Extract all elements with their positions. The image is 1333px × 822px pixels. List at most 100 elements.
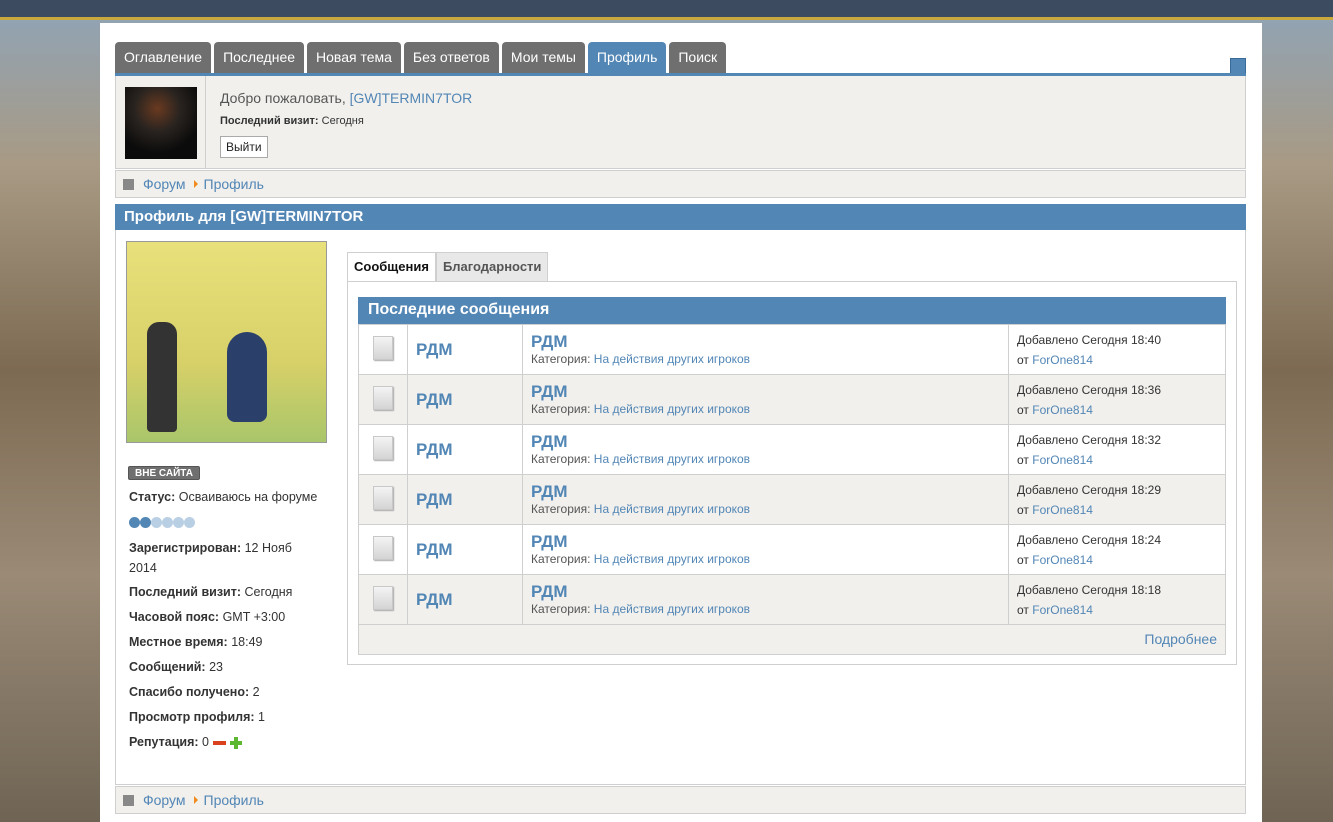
page-title: Профиль для [GW]TERMIN7TOR [115, 204, 1246, 230]
post-cell: РДМ Категория: На действия других игроков [522, 574, 1009, 625]
table-row: РДМ РДМ Категория: На действия других игр… [358, 524, 1226, 575]
breadcrumb-forum[interactable]: Форум [143, 792, 186, 808]
category-label: Категория: [531, 601, 591, 616]
field-registered: Зарегистрирован: 12 Нояб 2014 [129, 538, 309, 578]
topic-link[interactable]: РДМ [416, 590, 453, 609]
post-cell: РДМ Категория: На действия других игроков [522, 424, 1009, 475]
post-date: Сегодня 18:29 [1081, 482, 1161, 497]
category-label: Категория: [531, 351, 591, 366]
avatar[interactable] [125, 87, 197, 159]
topic-icon [373, 536, 393, 560]
added-label: Добавлено [1017, 432, 1079, 447]
last-visit: Последний визит: Сегодня [220, 115, 364, 127]
added-label: Добавлено [1017, 532, 1079, 547]
tab-search[interactable]: Поиск [669, 42, 727, 73]
post-title-link[interactable]: РДМ [531, 482, 1008, 502]
arrow-right-icon [193, 796, 198, 804]
breadcrumb-profile[interactable]: Профиль [204, 792, 264, 808]
post-cell: РДМ Категория: На действия других игроков [522, 474, 1009, 525]
post-title-link[interactable]: РДМ [531, 582, 1008, 602]
divider [205, 76, 206, 168]
home-icon [123, 178, 134, 190]
plus-icon[interactable] [229, 736, 242, 749]
minus-icon[interactable] [212, 740, 226, 745]
by-label: от [1017, 452, 1029, 467]
post-title-link[interactable]: РДМ [531, 432, 1008, 452]
icon-cell [358, 574, 408, 625]
tab-posts[interactable]: Сообщения [347, 252, 436, 281]
field-value: Осваиваюсь на форуме [178, 490, 318, 504]
topic-link[interactable]: РДМ [416, 340, 453, 359]
author-link[interactable]: ForOne814 [1032, 553, 1093, 567]
home-icon [123, 794, 134, 806]
category-link[interactable]: На действия других игроков [594, 352, 750, 366]
topic-link[interactable]: РДМ [416, 440, 453, 459]
profile-avatar [126, 241, 327, 443]
topic-icon [373, 436, 393, 460]
rank-dot [129, 517, 140, 528]
author-link[interactable]: ForOne814 [1032, 453, 1093, 467]
collapse-icon[interactable] [1230, 58, 1246, 74]
by-label: от [1017, 352, 1029, 367]
rank-dots [129, 517, 195, 528]
last-visit-value: Сегодня [321, 115, 364, 127]
topic-link[interactable]: РДМ [416, 540, 453, 559]
field-value: GMT +3:00 [222, 610, 286, 624]
tab-profile[interactable]: Профиль [587, 42, 667, 73]
field-label: Просмотр профиля: [129, 710, 255, 724]
category-link[interactable]: На действия других игроков [594, 502, 750, 516]
post-date: Сегодня 18:18 [1081, 582, 1161, 597]
last-visit-label: Последний визит: [220, 115, 319, 127]
category-link[interactable]: На действия других игроков [594, 602, 750, 616]
meta-cell: Добавлено Сегодня 18:24 от ForOne814 [1008, 524, 1226, 575]
meta-cell: Добавлено Сегодня 18:29 от ForOne814 [1008, 474, 1226, 525]
tab-thanks[interactable]: Благодарности [435, 252, 549, 281]
by-label: от [1017, 602, 1029, 617]
user-panel: Добро пожаловать, [GW]TERMIN7TOR Последн… [115, 76, 1246, 169]
more-link[interactable]: Подробнее [1144, 631, 1217, 647]
field-label: Сообщений: [129, 660, 206, 674]
category-link[interactable]: На действия других игроков [594, 402, 750, 416]
author-link[interactable]: ForOne814 [1032, 503, 1093, 517]
field-timezone: Часовой пояс: GMT +3:00 [129, 607, 329, 627]
post-date: Сегодня 18:32 [1081, 432, 1161, 447]
tab-latest[interactable]: Последнее [214, 42, 305, 73]
by-label: от [1017, 402, 1029, 417]
category-link[interactable]: На действия других игроков [594, 552, 750, 566]
tab-index[interactable]: Оглавление [115, 42, 212, 73]
author-link[interactable]: ForOne814 [1032, 353, 1093, 367]
tab-new-topic[interactable]: Новая тема [307, 42, 401, 73]
welcome-label: Добро пожаловать, [220, 90, 350, 106]
topic-link[interactable]: РДМ [416, 390, 453, 409]
post-date: Сегодня 18:40 [1081, 332, 1161, 347]
rank-dot [173, 517, 184, 528]
field-label: Спасибо получено: [129, 685, 250, 699]
username-link[interactable]: [GW]TERMIN7TOR [350, 90, 473, 106]
post-title-link[interactable]: РДМ [531, 332, 1008, 352]
breadcrumb-forum[interactable]: Форум [143, 176, 186, 192]
field-value: 23 [209, 660, 223, 674]
topic-icon [373, 586, 393, 610]
post-title-link[interactable]: РДМ [531, 382, 1008, 402]
category-label: Категория: [531, 451, 591, 466]
logout-button[interactable]: Выйти [220, 136, 268, 158]
table-row: РДМ РДМ Категория: На действия других игр… [358, 424, 1226, 475]
meta-cell: Добавлено Сегодня 18:32 от ForOne814 [1008, 424, 1226, 475]
status-badge: ВНЕ САЙТА [128, 466, 200, 480]
breadcrumb-profile[interactable]: Профиль [204, 176, 264, 192]
field-label: Часовой пояс: [129, 610, 220, 624]
added-label: Добавлено [1017, 482, 1079, 497]
field-label: Местное время: [129, 635, 228, 649]
author-link[interactable]: ForOne814 [1032, 603, 1093, 617]
icon-cell [358, 474, 408, 525]
tab-my-topics[interactable]: Мои темы [501, 42, 585, 73]
topic-link[interactable]: РДМ [416, 490, 453, 509]
topic-cell: РДМ [407, 574, 523, 625]
by-label: от [1017, 552, 1029, 567]
author-link[interactable]: ForOne814 [1032, 403, 1093, 417]
post-cell: РДМ Категория: На действия других игроков [522, 324, 1009, 375]
topic-cell: РДМ [407, 424, 523, 475]
post-title-link[interactable]: РДМ [531, 532, 1008, 552]
tab-unanswered[interactable]: Без ответов [403, 42, 499, 73]
category-link[interactable]: На действия других игроков [594, 452, 750, 466]
